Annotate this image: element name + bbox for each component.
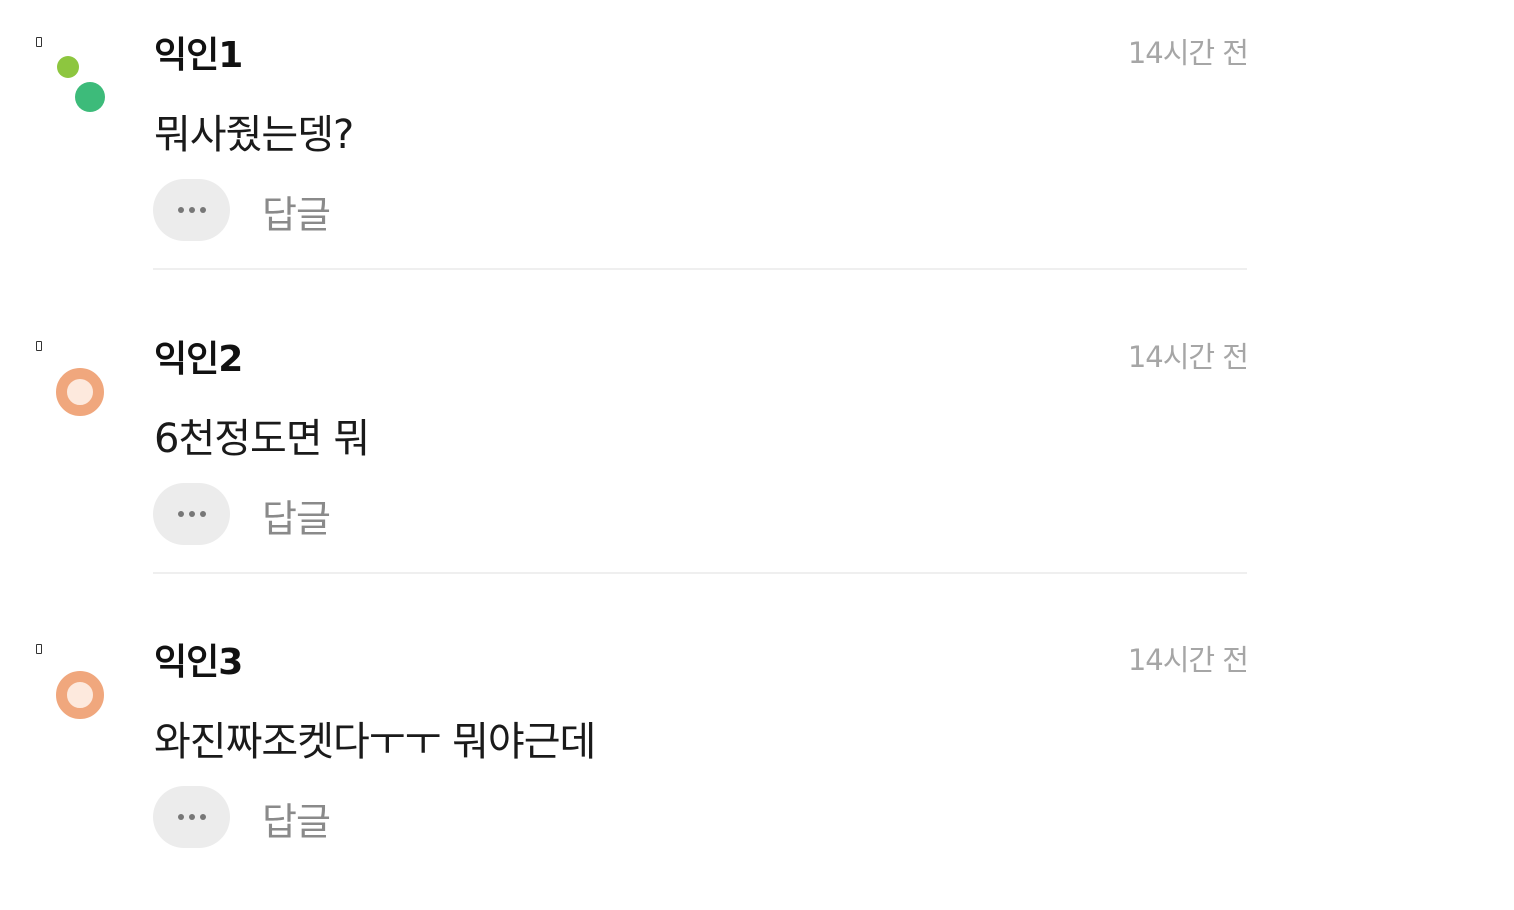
comment-text: 6천정도면 뭐 [154, 416, 370, 462]
comment-timestamp: 14시간 전 [1127, 36, 1249, 70]
comment-text: 와진짜조켓다ㅜㅜ 뭐야근데 [154, 719, 596, 765]
more-options-button[interactable] [153, 483, 230, 545]
divider [153, 268, 1247, 270]
comment-author[interactable]: 익인1 [154, 26, 243, 78]
small-square-icon [36, 644, 42, 654]
avatar[interactable] [52, 354, 112, 424]
avatar[interactable] [52, 50, 112, 120]
reply-button[interactable]: 답글 [262, 184, 331, 239]
reply-button[interactable]: 답글 [262, 791, 331, 846]
comment-author[interactable]: 익인2 [154, 330, 243, 382]
avatar[interactable] [52, 657, 112, 727]
reply-button[interactable]: 답글 [262, 488, 331, 543]
comment-author[interactable]: 익인3 [154, 633, 243, 685]
more-options-button[interactable] [153, 786, 230, 848]
avatar-ring [56, 671, 104, 719]
comment-item: 익인2 14시간 전 6천정도면 뭐 답글 [0, 304, 1514, 607]
avatar-dot-small [57, 56, 79, 78]
more-horizontal-icon [177, 511, 206, 517]
divider [153, 572, 1247, 574]
more-horizontal-icon [177, 207, 206, 213]
more-options-button[interactable] [153, 179, 230, 241]
small-square-icon [36, 341, 42, 351]
comment-timestamp: 14시간 전 [1127, 643, 1249, 677]
comment-item: 익인1 14시간 전 뭐사줬는뎅? 답글 [0, 0, 1514, 303]
avatar-dot-large [75, 82, 105, 112]
comment-timestamp: 14시간 전 [1127, 340, 1249, 374]
small-square-icon [36, 37, 42, 47]
comment-text: 뭐사줬는뎅? [154, 112, 354, 158]
comment-item: 익인3 14시간 전 와진짜조켓다ㅜㅜ 뭐야근데 답글 [0, 607, 1514, 910]
avatar-ring [56, 368, 104, 416]
more-horizontal-icon [177, 814, 206, 820]
